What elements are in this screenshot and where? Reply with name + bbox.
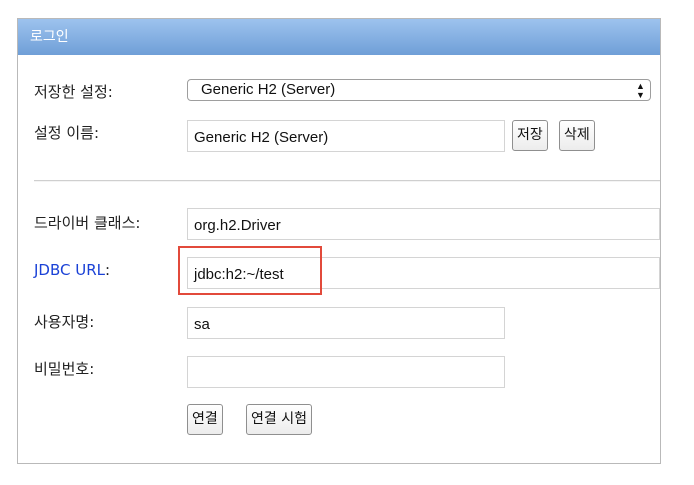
select-arrows-icon: ▲ ▼ <box>636 81 645 100</box>
saved-settings-label: 저장한 설정: <box>34 83 113 101</box>
jdbc-url-colon: : <box>105 261 111 279</box>
password-input[interactable] <box>187 356 505 388</box>
username-input[interactable]: sa <box>187 307 505 339</box>
driver-class-label: 드라이버 클래스: <box>34 214 141 232</box>
setting-name-input[interactable]: Generic H2 (Server) <box>187 120 505 152</box>
login-panel: 로그인 저장한 설정: Generic H2 (Server) ▲ ▼ 설정 이름… <box>17 18 661 464</box>
save-setting-button[interactable]: 저장 <box>512 120 548 151</box>
setting-name-label: 설정 이름: <box>34 124 100 142</box>
password-label: 비밀번호: <box>34 360 95 378</box>
panel-title: 로그인 <box>18 19 660 55</box>
saved-settings-value: Generic H2 (Server) <box>201 81 336 98</box>
saved-settings-select[interactable]: Generic H2 (Server) ▲ ▼ <box>187 79 651 101</box>
connect-button[interactable]: 연결 <box>187 404 223 435</box>
username-label: 사용자명: <box>34 313 95 331</box>
jdbc-url-label[interactable]: JDBC URL: <box>34 261 110 279</box>
test-connection-button[interactable]: 연결 시험 <box>246 404 312 435</box>
jdbc-url-input[interactable]: jdbc:h2:~/test <box>187 257 660 289</box>
jdbc-url-link[interactable]: JDBC URL <box>34 261 105 279</box>
delete-setting-button[interactable]: 삭제 <box>559 120 595 151</box>
section-divider <box>34 180 660 182</box>
driver-class-input[interactable]: org.h2.Driver <box>187 208 660 240</box>
